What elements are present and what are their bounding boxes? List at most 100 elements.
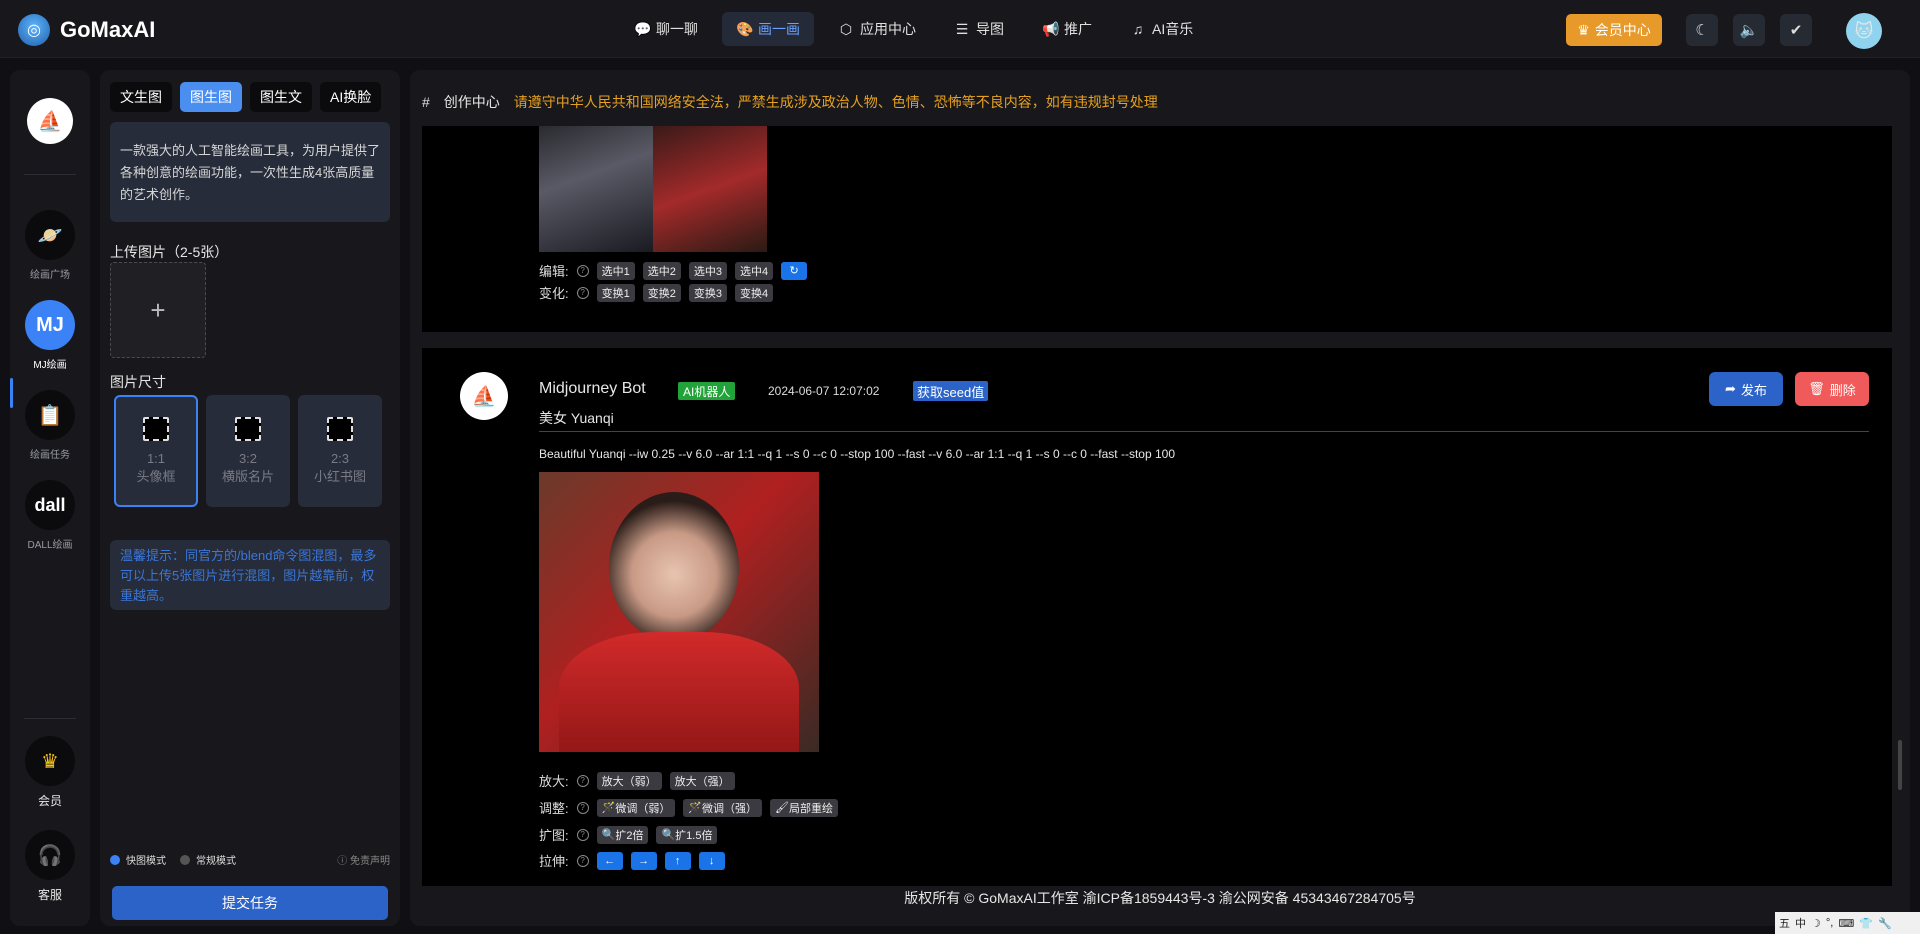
- scrollbar[interactable]: [1898, 740, 1902, 790]
- ime-wubi-icon[interactable]: 五: [1779, 915, 1790, 931]
- pan-left-button[interactable]: ←: [596, 851, 623, 870]
- moon-icon[interactable]: ☽: [1811, 917, 1821, 930]
- vary-2-button[interactable]: 变换2: [642, 283, 681, 302]
- variation-row: 变化: ? 变换1 变换2 变换3 变换4: [539, 283, 774, 302]
- bot-avatar: ⛵: [460, 372, 508, 420]
- nav-apps[interactable]: ⬡ 应用中心: [824, 12, 930, 46]
- user-avatar[interactable]: 🐱: [1846, 13, 1882, 49]
- vary-strong-button[interactable]: 🪄 微调（强）: [683, 798, 763, 817]
- nav-promote[interactable]: 📢 推广: [1028, 12, 1106, 46]
- vary-subtle-button[interactable]: 🪄 微调（弱）: [596, 798, 676, 817]
- checkin-button[interactable]: ✔: [1780, 14, 1812, 46]
- portrait-robe: [559, 632, 799, 752]
- zoom-2x-button[interactable]: 🔍 扩2倍: [596, 825, 649, 844]
- zoom-2x-label: 扩2倍: [615, 829, 644, 842]
- zoom-1-5x-button[interactable]: 🔍 扩1.5倍: [656, 825, 718, 844]
- edit-row: 编辑: ? 选中1 选中2 选中3 选中4 ↻: [539, 261, 808, 280]
- help-icon[interactable]: ?: [576, 828, 589, 841]
- rail-logo-icon[interactable]: ⛵: [27, 98, 73, 144]
- help-icon[interactable]: ?: [576, 286, 589, 299]
- zoom-1-5x-label: 扩1.5倍: [675, 829, 713, 842]
- wrench-icon[interactable]: 🔧: [1878, 917, 1892, 930]
- size-option-1-1[interactable]: 1:1 头像框: [114, 395, 198, 507]
- size-options: 1:1 头像框 3:2 横版名片 2:3 小红书图: [114, 395, 382, 507]
- tab-face-swap[interactable]: AI换脸: [320, 82, 382, 112]
- upscale-creative-button[interactable]: 放大（强）: [669, 771, 735, 790]
- size-name: 头像框: [136, 469, 176, 484]
- refresh-button[interactable]: ↻: [781, 261, 808, 280]
- select-3-button[interactable]: 选中3: [688, 261, 727, 280]
- size-option-3-2[interactable]: 3:2 横版名片: [206, 395, 290, 507]
- dall-badge-icon: dall: [25, 480, 75, 530]
- result-image-2[interactable]: [653, 126, 767, 252]
- adjust-row: 调整: ? 🪄 微调（弱） 🪄 微调（强） 🖌 局部重绘: [539, 798, 838, 817]
- select-2-button[interactable]: 选中2: [642, 261, 681, 280]
- system-tray: 五 中 ☽ °, ⌨ 👕 🔧: [1775, 912, 1920, 934]
- vary-3-button[interactable]: 变换3: [688, 283, 727, 302]
- tab-image-to-text[interactable]: 图生文: [250, 82, 312, 112]
- nav-music-label: AI音乐: [1152, 21, 1194, 37]
- disclaimer-link[interactable]: ⓘ 免责声明: [337, 852, 390, 867]
- result-image-1[interactable]: [539, 126, 653, 252]
- punctuation-icon[interactable]: °,: [1826, 917, 1833, 929]
- rail-divider-bottom: [24, 718, 76, 719]
- pan-right-button[interactable]: →: [630, 851, 657, 870]
- crop-icon: [143, 417, 169, 441]
- nav-draw[interactable]: 🎨 画一画: [722, 12, 814, 46]
- rail-item-support[interactable]: 🎧 客服: [10, 830, 90, 903]
- size-name: 横版名片: [221, 469, 274, 484]
- nav-music[interactable]: ♫ AI音乐: [1116, 12, 1207, 46]
- publish-button[interactable]: ➦ 发布: [1709, 372, 1783, 406]
- vary-1-button[interactable]: 变换1: [596, 283, 635, 302]
- keyboard-icon[interactable]: ⌨: [1838, 917, 1854, 930]
- theme-toggle-button[interactable]: ☾: [1686, 14, 1718, 46]
- adjust-label: 调整:: [539, 801, 569, 816]
- brand[interactable]: ◎ GoMaxAI: [18, 14, 155, 46]
- rail-item-member[interactable]: ♛ 会员: [10, 736, 90, 809]
- tab-text-to-image[interactable]: 文生图: [110, 82, 172, 112]
- submit-task-button[interactable]: 提交任务: [112, 886, 388, 920]
- delete-button[interactable]: 🗑 删除: [1795, 372, 1869, 406]
- size-option-2-3[interactable]: 2:3 小红书图: [298, 395, 382, 507]
- inpaint-button[interactable]: 🖌 局部重绘: [770, 798, 838, 817]
- crop-icon: [235, 417, 261, 441]
- help-icon[interactable]: ?: [576, 854, 589, 867]
- pan-up-button[interactable]: ↑: [664, 851, 691, 870]
- task-list[interactable]: 编辑: ? 选中1 选中2 选中3 选中4 ↻ 变化: ? 变换1 变换2 变换…: [422, 126, 1892, 886]
- help-icon[interactable]: ?: [576, 264, 589, 277]
- help-icon[interactable]: ?: [576, 774, 589, 787]
- ime-chinese-icon[interactable]: 中: [1795, 915, 1806, 931]
- rail-item-gallery[interactable]: 🪐 绘画广场: [10, 210, 90, 281]
- rail-item-tasks[interactable]: 📋 绘画任务: [10, 390, 90, 461]
- get-seed-button[interactable]: 获取seed值: [913, 381, 989, 401]
- tab-image-to-image[interactable]: 图生图: [180, 82, 242, 112]
- upload-image-button[interactable]: +: [110, 262, 206, 358]
- hash-icon: #: [422, 94, 430, 110]
- vary-4-button[interactable]: 变换4: [735, 283, 774, 302]
- task-prompt: Beautiful Yuanqi --iw 0.25 --v 6.0 --ar …: [539, 447, 1175, 461]
- footer-copyright: 版权所有 © GoMaxAI工作室 渝ICP备1859443号-3 渝公网安备 …: [904, 890, 1416, 906]
- help-icon[interactable]: ?: [576, 801, 589, 814]
- nav-mindmap[interactable]: ☰ 导图: [940, 12, 1018, 46]
- sound-button[interactable]: 🔈: [1733, 14, 1765, 46]
- upscale-subtle-button[interactable]: 放大（弱）: [596, 771, 662, 790]
- edit-label: 编辑:: [539, 264, 569, 279]
- result-image[interactable]: [539, 472, 819, 752]
- select-1-button[interactable]: 选中1: [596, 261, 635, 280]
- rail-item-mj[interactable]: MJ MJ绘画: [10, 300, 90, 371]
- mode-tabs: 文生图 图生图 图生文 AI换脸: [110, 82, 382, 112]
- disclaimer-label: 免责声明: [350, 856, 390, 867]
- refresh-icon: ↻: [789, 265, 799, 277]
- rail-item-tasks-label: 绘画任务: [30, 450, 70, 461]
- select-4-button[interactable]: 选中4: [735, 261, 774, 280]
- vip-center-button[interactable]: ♛ 会员中心: [1566, 14, 1662, 46]
- upload-title: 上传图片（2-5张）: [110, 244, 229, 260]
- nav-chat[interactable]: 💬 聊一聊: [620, 12, 712, 46]
- rail-divider: [24, 174, 76, 175]
- skin-icon[interactable]: 👕: [1859, 917, 1873, 930]
- brush-icon: 🖌: [775, 802, 789, 814]
- normal-mode-radio[interactable]: [180, 854, 190, 865]
- fast-mode-radio[interactable]: [110, 854, 120, 865]
- pan-down-button[interactable]: ↓: [698, 851, 725, 870]
- rail-item-dall[interactable]: dall DALL绘画: [10, 480, 90, 551]
